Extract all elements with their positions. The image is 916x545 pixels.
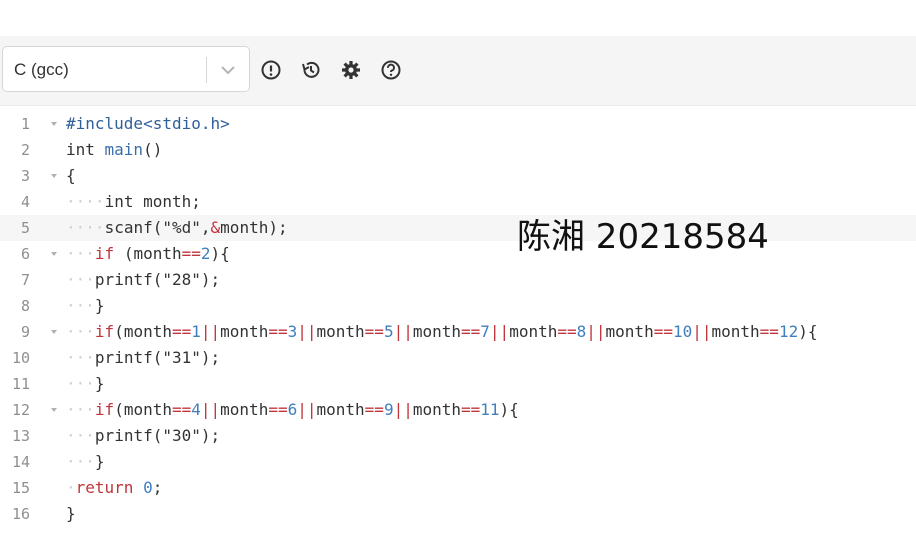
code-line: 15 ·return 0; xyxy=(0,475,916,501)
code-text: ···} xyxy=(66,452,105,471)
history-icon[interactable] xyxy=(300,59,322,81)
line-number: 14 xyxy=(11,453,30,471)
code-text: #include<stdio.h> xyxy=(66,114,230,133)
code-text: ···} xyxy=(66,374,105,393)
code-editor[interactable]: 1 #include<stdio.h> 2 int main() 3 { 4 ·… xyxy=(0,111,916,545)
code-line: 10 ···printf("31"); xyxy=(0,345,916,371)
code-line: 11 ···} xyxy=(0,371,916,397)
code-line: 2 int main() xyxy=(0,137,916,163)
code-text: ···printf("31"); xyxy=(66,348,221,367)
language-select[interactable]: C (gcc) xyxy=(2,46,250,92)
code-text: ····int month; xyxy=(66,192,201,211)
code-line: 3 { xyxy=(0,163,916,189)
code-text: ···if(month==1||month==3||month==5||mont… xyxy=(66,322,818,341)
code-text: ···printf("28"); xyxy=(66,270,221,289)
code-line: 8 ···} xyxy=(0,293,916,319)
code-line: 14 ···} xyxy=(0,449,916,475)
code-line: 16 } xyxy=(0,501,916,527)
help-circle-icon[interactable] xyxy=(380,59,402,81)
line-number: 5 xyxy=(20,219,30,237)
code-text: { xyxy=(66,166,76,185)
line-number: 16 xyxy=(11,505,30,523)
line-number: 1 xyxy=(20,115,30,133)
line-number: 12 xyxy=(11,401,30,419)
code-line-active: 5 ····scanf("%d",&month); xyxy=(0,215,916,241)
chevron-down-icon[interactable] xyxy=(215,58,241,82)
fold-arrow-icon[interactable] xyxy=(49,111,59,137)
code-text: ···if(month==4||month==6||month==9||mont… xyxy=(66,400,519,419)
code-line: 9 ···if(month==1||month==3||month==5||mo… xyxy=(0,319,916,345)
code-text: ····scanf("%d",&month); xyxy=(66,218,288,237)
editor-toolbar: C (gcc) xyxy=(0,36,916,106)
line-number: 3 xyxy=(20,167,30,185)
select-separator xyxy=(206,57,207,83)
author-watermark: 陈湘 20218584 xyxy=(517,217,769,257)
code-text: int main() xyxy=(66,140,163,159)
fold-arrow-icon[interactable] xyxy=(49,397,59,423)
code-text: ···printf("30"); xyxy=(66,426,221,445)
code-line: 1 #include<stdio.h> xyxy=(0,111,916,137)
fold-arrow-icon[interactable] xyxy=(49,163,59,189)
code-text: } xyxy=(66,504,76,523)
line-number: 11 xyxy=(11,375,30,393)
line-number: 6 xyxy=(20,245,30,263)
line-number: 13 xyxy=(11,427,30,445)
language-select-value: C (gcc) xyxy=(14,60,69,79)
line-number: 4 xyxy=(20,193,30,211)
line-number: 8 xyxy=(20,297,30,315)
alert-circle-icon[interactable] xyxy=(260,59,282,81)
code-line: 6 ···if (month==2){ xyxy=(0,241,916,267)
code-text: ···if (month==2){ xyxy=(66,244,230,263)
code-line: 4 ····int month; xyxy=(0,189,916,215)
gear-icon[interactable] xyxy=(340,59,362,81)
line-number: 7 xyxy=(20,271,30,289)
code-line: 7 ···printf("28"); xyxy=(0,267,916,293)
code-text: ···} xyxy=(66,296,105,315)
code-line: 13 ···printf("30"); xyxy=(0,423,916,449)
line-number: 15 xyxy=(11,479,30,497)
line-number: 9 xyxy=(20,323,30,341)
fold-arrow-icon[interactable] xyxy=(49,319,59,345)
code-line: 12 ···if(month==4||month==6||month==9||m… xyxy=(0,397,916,423)
line-number: 2 xyxy=(20,141,30,159)
line-number: 10 xyxy=(11,349,30,367)
fold-arrow-icon[interactable] xyxy=(49,241,59,267)
code-text: ·return 0; xyxy=(66,478,163,497)
